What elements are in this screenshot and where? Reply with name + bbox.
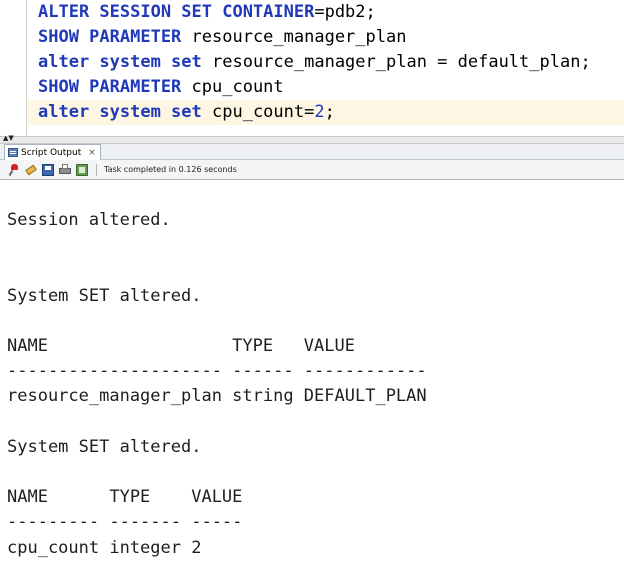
tab-script-output[interactable]: Script Output × [4,144,101,160]
script-output-area[interactable]: Session altered. System SET altered. NAME … [0,180,624,568]
toolbar-divider [96,164,97,176]
splitter-arrows-icon[interactable]: ▲▼ [3,135,14,142]
code-line[interactable]: alter system set cpu_count=2; [27,100,624,125]
panel-splitter[interactable]: ▲▼ [0,135,624,144]
output-tab-strip: Script Output × [0,144,624,160]
sql-text: cpu_count [181,77,284,97]
export-icon[interactable] [76,164,88,176]
editor-gutter [0,0,24,136]
sql-keyword: SHOW PARAMETER [38,77,182,97]
output-line: NAME TYPE VALUE [7,336,355,356]
output-line: resource_manager_plan string DEFAULT_PLA… [7,386,427,407]
output-line: --------- ------- ----- [7,512,243,533]
output-line: System SET altered. [7,285,202,306]
sql-text: resource_manager_plan [181,27,407,47]
sql-number: 2 [314,102,325,122]
sql-text: =pdb2; [314,2,376,22]
sql-text: resource_manager_plan = default_plan; [201,52,591,72]
output-line: --------------------- ------ -----------… [7,361,427,382]
task-status-text: Task completed in 0.126 seconds [104,165,237,174]
tab-label: Script Output [21,147,82,158]
sql-keyword: alter system set [38,52,202,72]
script-output-icon [8,148,18,157]
sql-text: cpu_count= [201,102,315,122]
script-output-toolbar: Task completed in 0.126 seconds [0,160,624,180]
output-line: NAME TYPE VALUE [7,487,243,508]
sql-keyword: alter system set [38,102,202,122]
sql-keyword: SHOW PARAMETER [38,27,182,47]
output-line: System SET altered. [7,436,202,457]
code-line[interactable]: ALTER SESSION SET CONTAINER=pdb2; [27,0,624,25]
pin-icon[interactable] [8,164,20,176]
output-line: cpu_count integer 2 [7,537,202,558]
code-line[interactable]: SHOW PARAMETER resource_manager_plan [27,25,624,50]
code-line[interactable]: SHOW PARAMETER cpu_count [27,75,624,100]
sql-text: ; [324,102,335,122]
save-icon[interactable] [42,164,54,176]
clear-output-icon[interactable] [25,164,37,176]
print-icon[interactable] [59,164,71,176]
close-tab-icon[interactable]: × [88,148,96,158]
code-line[interactable]: alter system set resource_manager_plan =… [27,50,624,75]
sql-worksheet-editor[interactable]: ALTER SESSION SET CONTAINER=pdb2; SHOW PA… [0,0,624,136]
sql-keyword: ALTER SESSION SET CONTAINER [38,2,315,22]
output-line: Session altered. [7,210,171,230]
